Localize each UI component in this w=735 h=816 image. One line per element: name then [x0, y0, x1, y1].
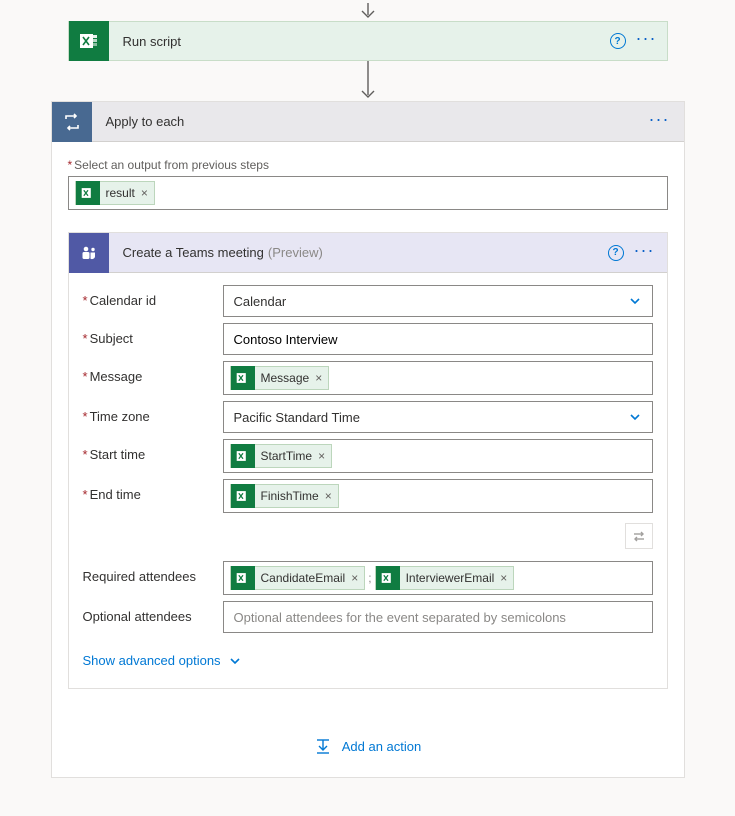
chevron-down-icon [628, 410, 642, 424]
more-menu-icon[interactable]: ··· [649, 114, 670, 130]
remove-token-icon[interactable]: × [315, 371, 322, 385]
excel-icon [376, 566, 400, 590]
remove-token-icon[interactable]: × [500, 571, 507, 585]
card-create-teams-meeting: Create a Teams meeting (Preview) ? ··· *… [68, 232, 668, 689]
teams-icon [69, 233, 109, 273]
remove-token-icon[interactable]: × [325, 489, 332, 503]
help-icon[interactable]: ? [608, 245, 624, 261]
token-label: result [106, 186, 135, 200]
connector-arrow-mid [0, 61, 735, 101]
optional-attendees-input[interactable] [223, 601, 653, 633]
add-action-icon [314, 737, 332, 755]
remove-token-icon[interactable]: × [318, 449, 325, 463]
token-label: CandidateEmail [261, 571, 346, 585]
token-finishtime[interactable]: FinishTime × [230, 484, 339, 508]
token-candidate-email[interactable]: CandidateEmail × [230, 566, 366, 590]
excel-icon [231, 566, 255, 590]
token-interviewer-email[interactable]: InterviewerEmail × [375, 566, 515, 590]
timezone-select[interactable]: Pacific Standard Time [223, 401, 653, 433]
preview-badge: (Preview) [268, 245, 323, 260]
token-label: FinishTime [261, 489, 319, 503]
calendar-select[interactable]: Calendar [223, 285, 653, 317]
excel-icon [76, 181, 100, 205]
excel-icon [231, 366, 255, 390]
token-message[interactable]: Message × [230, 366, 330, 390]
swap-mode-button[interactable] [625, 523, 653, 549]
output-from-input[interactable]: result × [68, 176, 668, 210]
chevron-down-icon [628, 294, 642, 308]
chevron-down-icon [229, 655, 241, 667]
token-starttime[interactable]: StartTime × [230, 444, 333, 468]
message-input[interactable]: Message × [223, 361, 653, 395]
subject-input[interactable] [223, 323, 653, 355]
output-from-label: *Select an output from previous steps [68, 158, 668, 172]
label-calendar-id: *Calendar id [83, 285, 223, 308]
apply-title: Apply to each [92, 114, 649, 129]
calendar-value: Calendar [234, 294, 287, 309]
end-time-input[interactable]: FinishTime × [223, 479, 653, 513]
excel-icon [231, 484, 255, 508]
start-time-input[interactable]: StartTime × [223, 439, 653, 473]
label-optional-attendees: Optional attendees [83, 601, 223, 624]
add-action-button[interactable]: Add an action [314, 737, 422, 755]
apply-header[interactable]: Apply to each ··· [52, 102, 684, 142]
teams-title: Create a Teams meeting [109, 245, 264, 260]
loop-icon [52, 102, 92, 142]
token-label: InterviewerEmail [406, 571, 495, 585]
more-menu-icon[interactable]: ··· [634, 245, 655, 261]
remove-token-icon[interactable]: × [351, 571, 358, 585]
label-start-time: *Start time [83, 439, 223, 462]
label-subject: *Subject [83, 323, 223, 346]
connector-arrow-top [0, 3, 735, 21]
card-apply-to-each: Apply to each ··· *Select an output from… [51, 101, 685, 778]
label-message: *Message [83, 361, 223, 384]
card-run-script[interactable]: Run script ? ··· [68, 21, 668, 61]
token-label: Message [261, 371, 310, 385]
timezone-value: Pacific Standard Time [234, 410, 360, 425]
separator: ; [366, 571, 373, 585]
more-menu-icon[interactable]: ··· [636, 33, 657, 49]
label-timezone: *Time zone [83, 401, 223, 424]
show-advanced-options[interactable]: Show advanced options [83, 653, 241, 668]
excel-icon [231, 444, 255, 468]
label-end-time: *End time [83, 479, 223, 502]
remove-token-icon[interactable]: × [141, 186, 148, 200]
token-label: StartTime [261, 449, 313, 463]
run-script-title: Run script [109, 34, 610, 49]
teams-header[interactable]: Create a Teams meeting (Preview) ? ··· [69, 233, 667, 273]
required-attendees-input[interactable]: CandidateEmail × ; InterviewerEmail × [223, 561, 653, 595]
excel-icon [69, 21, 109, 61]
token-result[interactable]: result × [75, 181, 155, 205]
help-icon[interactable]: ? [610, 33, 626, 49]
label-required-attendees: Required attendees [83, 561, 223, 584]
